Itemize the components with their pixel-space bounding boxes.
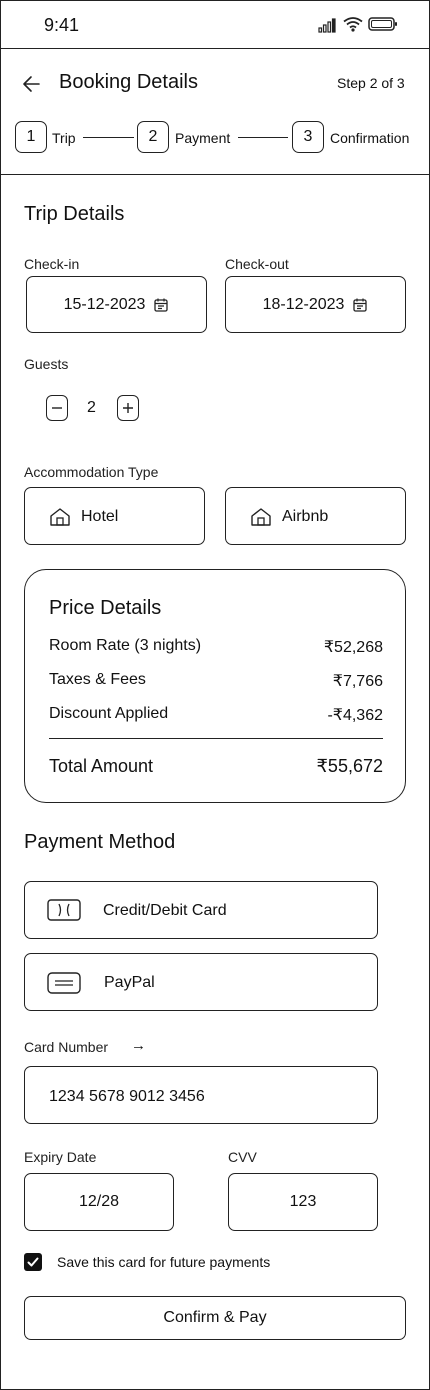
header-divider: [0, 174, 430, 175]
payment-method-label: PayPal: [104, 974, 155, 991]
price-row-label: Room Rate (3 nights): [49, 637, 202, 654]
price-row-value: -₹4,362: [327, 707, 383, 724]
step-2-number: 2: [148, 128, 158, 145]
accommodation-option-airbnb[interactable]: Airbnb: [225, 487, 406, 545]
page-title: Booking Details: [59, 71, 198, 93]
price-details-title: Price Details: [49, 597, 162, 619]
arrow-right-icon: →: [131, 1037, 146, 1054]
arrow-left-icon: [23, 76, 40, 92]
total-value: ₹55,672: [316, 756, 383, 776]
guests-label: Guests: [24, 356, 69, 372]
expiry-label: Expiry Date: [24, 1149, 97, 1165]
payment-section-title: Payment Method: [24, 831, 176, 853]
price-row-label: Taxes & Fees: [49, 671, 146, 688]
price-details-card: Price Details Room Rate (3 nights) ₹52,2…: [24, 569, 406, 803]
battery-icon: [368, 16, 398, 32]
card-number-input[interactable]: 1234 5678 9012 3456: [24, 1066, 378, 1124]
guests-value: 2: [87, 399, 96, 416]
step-3[interactable]: 3: [292, 121, 324, 153]
price-row-value: ₹7,766: [332, 673, 383, 690]
save-card-checkbox[interactable]: [24, 1253, 42, 1271]
checkin-label: Check-in: [24, 256, 80, 272]
checkout-field[interactable]: 18-12-2023: [225, 276, 406, 333]
accommodation-option-label: Hotel: [81, 508, 119, 525]
step-2[interactable]: 2: [137, 121, 169, 153]
checkout-value: 18-12-2023: [262, 295, 345, 313]
minus-icon: [52, 407, 62, 409]
step-indicator-text: Step 2 of 3: [337, 75, 405, 91]
step-connector: [238, 137, 288, 138]
price-row-label: Discount Applied: [49, 705, 169, 722]
card-number-value: 1234 5678 9012 3456: [49, 1088, 205, 1105]
step-1-number: 1: [26, 128, 36, 145]
card-number-label: Card Number: [24, 1039, 109, 1055]
confirm-pay-label: Confirm & Pay: [163, 1309, 267, 1326]
price-divider: [49, 738, 383, 739]
expiry-value: 12/28: [78, 1193, 120, 1210]
wifi-icon: [343, 16, 363, 32]
step-2-label: Payment: [175, 130, 231, 146]
guests-decrement-button[interactable]: [46, 395, 68, 421]
wallet-icon: [47, 972, 81, 994]
back-button[interactable]: [20, 72, 44, 96]
calendar-icon: [352, 297, 368, 313]
confirm-pay-button[interactable]: Confirm & Pay: [24, 1296, 406, 1340]
cvv-input[interactable]: 123: [228, 1173, 378, 1231]
home-icon: [250, 507, 272, 527]
accommodation-option-hotel[interactable]: Hotel: [24, 487, 205, 545]
checkin-value: 15-12-2023: [63, 295, 146, 313]
card-icon: [47, 899, 81, 921]
check-icon: [27, 1257, 39, 1267]
cvv-value: 123: [289, 1193, 317, 1210]
price-row-value: ₹52,268: [323, 639, 383, 656]
checkout-label: Check-out: [225, 256, 289, 272]
status-time: 9:41: [44, 15, 80, 35]
step-3-number: 3: [303, 128, 313, 145]
status-bar: 9:41: [0, 0, 430, 49]
plus-icon: [123, 403, 133, 413]
expiry-input[interactable]: 12/28: [24, 1173, 174, 1231]
accommodation-label: Accommodation Type: [24, 464, 159, 480]
step-1-label: Trip: [52, 130, 76, 146]
checkin-field[interactable]: 15-12-2023: [26, 276, 207, 333]
step-connector: [83, 137, 134, 138]
calendar-icon: [153, 297, 169, 313]
accommodation-option-label: Airbnb: [282, 508, 329, 525]
payment-method-card[interactable]: Credit/Debit Card: [24, 881, 378, 939]
save-card-label: Save this card for future payments: [57, 1254, 271, 1270]
payment-method-paypal[interactable]: PayPal: [24, 953, 378, 1011]
signal-icon: [318, 17, 338, 33]
total-label: Total Amount: [49, 756, 154, 776]
stepper: 1 Trip 2 Payment 3 Confirmation: [0, 121, 430, 155]
cvv-label: CVV: [228, 1149, 257, 1165]
guests-increment-button[interactable]: [117, 395, 139, 421]
home-icon: [49, 507, 71, 527]
step-1[interactable]: 1: [15, 121, 47, 153]
step-3-label: Confirmation: [330, 130, 410, 146]
payment-method-label: Credit/Debit Card: [103, 902, 227, 919]
trip-section-title: Trip Details: [24, 203, 125, 225]
